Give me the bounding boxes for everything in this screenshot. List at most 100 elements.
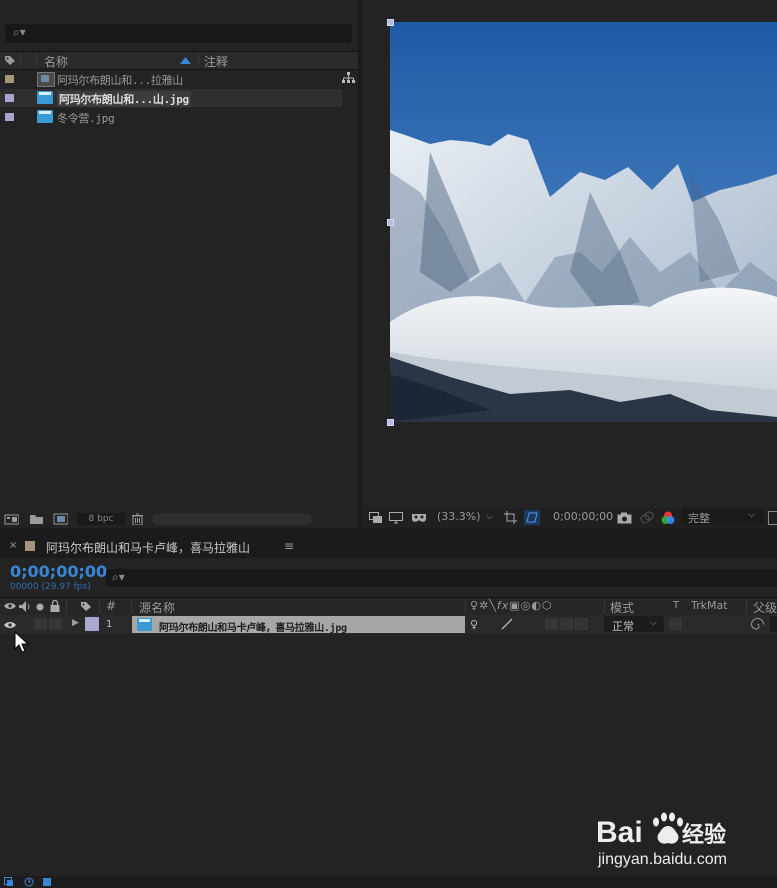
column-parent-header[interactable]: 父级	[753, 599, 777, 616]
layer-index: 1	[106, 619, 113, 630]
new-composition-icon[interactable]	[53, 513, 68, 525]
solo-switch[interactable]	[34, 618, 47, 630]
timeline-layer-row[interactable]: ▶ 1 阿玛尔布朗山和马卡卢峰，喜马拉雅山.jpg ♀ 正常 ⌵	[0, 615, 777, 634]
render-time-icon[interactable]	[24, 877, 34, 887]
svg-text:经验: 经验	[682, 822, 726, 848]
project-item-name: 阿玛尔布朗山和...拉雅山	[57, 74, 183, 87]
label-color-swatch[interactable]	[5, 75, 14, 83]
color-channels-icon[interactable]	[661, 511, 675, 525]
parent-pickwhip-icon[interactable]	[751, 618, 764, 631]
solo-icon[interactable]	[36, 603, 44, 611]
switch-box[interactable]	[545, 618, 558, 630]
project-item-name: 冬令营.jpg	[57, 112, 115, 125]
transform-handle[interactable]	[387, 419, 394, 426]
adjustment-layer-icon[interactable]: ◐	[531, 599, 542, 612]
mouse-cursor-icon	[14, 631, 30, 653]
layer-source-name[interactable]: 阿玛尔布朗山和马卡卢峰，喜马拉雅山.jpg	[159, 619, 347, 634]
label-tag-icon[interactable]	[80, 601, 92, 612]
chevron-down-icon[interactable]: ⌵	[748, 510, 755, 520]
transform-handle[interactable]	[387, 219, 394, 226]
composition-viewer: (33.3%) ⌵ 0;00;00;00 完整 ⌵	[362, 0, 777, 528]
quality-icon[interactable]: ╲	[489, 599, 497, 612]
current-time-display[interactable]: 0;00;00;00	[10, 562, 107, 581]
quality-switch-icon[interactable]	[500, 618, 514, 630]
chevron-down-icon[interactable]: ⌵	[650, 618, 657, 628]
column-mode-header[interactable]: 模式	[610, 599, 634, 616]
label-color-swatch[interactable]	[5, 113, 14, 121]
comp-flowchart-icon[interactable]	[4, 877, 14, 887]
project-item-name: 阿玛尔布朗山和...山.jpg	[57, 91, 191, 107]
chevron-down-icon[interactable]: ⌵	[486, 512, 493, 522]
parent-select[interactable]	[770, 616, 777, 632]
svg-text:Bai: Bai	[596, 816, 643, 849]
search-icon[interactable]: ⌕▾	[13, 25, 26, 40]
composition-image[interactable]	[390, 22, 777, 422]
column-trkmat-header[interactable]: TrkMat	[691, 599, 728, 612]
show-snapshot-icon[interactable]	[640, 511, 654, 524]
shy-icon[interactable]: ♀	[470, 599, 479, 612]
preserve-transparency-switch[interactable]	[669, 618, 682, 630]
label-color-swatch[interactable]	[5, 94, 14, 102]
transform-handle[interactable]	[387, 19, 394, 26]
camera-icon[interactable]	[617, 512, 632, 524]
blend-mode-select[interactable]: 正常 ⌵	[604, 616, 664, 633]
panel-menu-icon[interactable]: ≡	[284, 539, 294, 553]
frame-blend-icon[interactable]: ▣	[509, 599, 520, 612]
3d-layer-icon[interactable]: ⬡	[542, 599, 553, 612]
timeline-search-input[interactable]: ⌕▾	[106, 569, 777, 587]
status-bar	[0, 876, 777, 888]
project-item[interactable]: 阿玛尔布朗山和...拉雅山	[0, 70, 342, 88]
search-icon[interactable]: ⌕▾	[112, 570, 125, 585]
baidu-jingyan-watermark: Bai 经验 jingyan.baidu.com	[596, 800, 766, 870]
image-file-icon	[37, 91, 53, 104]
resolution-value: 完整	[688, 512, 710, 525]
zoom-level[interactable]: (33.3%)	[437, 510, 481, 523]
image-file-icon	[37, 110, 53, 123]
project-item-selected[interactable]: 阿玛尔布朗山和...山.jpg	[0, 89, 342, 107]
column-name-header[interactable]: 名称	[44, 53, 68, 70]
fx-icon[interactable]: fx	[497, 599, 509, 612]
always-preview-icon[interactable]	[369, 512, 383, 524]
monitor-icon[interactable]	[389, 512, 403, 524]
resolution-select[interactable]: 完整 ⌵	[682, 509, 764, 525]
trash-icon[interactable]	[131, 513, 146, 525]
layer-label-swatch[interactable]	[85, 617, 99, 631]
switch-box[interactable]	[575, 618, 588, 630]
lock-icon[interactable]	[50, 600, 60, 612]
project-horizontal-scrollbar[interactable]	[152, 513, 312, 525]
region-of-interest-icon[interactable]	[504, 511, 518, 524]
timeline-column-header: # 源名称 ♀✲╲fx▣◎◐⬡ 模式 T TrkMat 父级	[0, 597, 777, 616]
mask-icon[interactable]	[411, 512, 427, 524]
audio-speaker-icon[interactable]	[19, 601, 32, 612]
collapse-icon[interactable]: ✲	[479, 599, 489, 612]
close-tab-icon[interactable]: ×	[9, 540, 17, 551]
visibility-eye-icon[interactable]	[4, 621, 16, 629]
motion-blur-icon[interactable]: ◎	[521, 599, 532, 612]
new-folder-icon[interactable]	[29, 513, 44, 525]
frame-rate-info: 00000 (29.97 fps)	[10, 582, 91, 592]
lock-switch[interactable]	[49, 618, 62, 630]
column-source-name-header[interactable]: 源名称	[139, 599, 175, 616]
fast-preview-icon[interactable]	[768, 511, 777, 525]
viewer-timecode[interactable]: 0;00;00;00	[553, 510, 613, 523]
toggle-switches-icon[interactable]	[42, 877, 52, 887]
column-t-header[interactable]: T	[673, 600, 679, 611]
sort-ascending-icon[interactable]	[180, 57, 191, 64]
comp-label-swatch[interactable]	[25, 541, 35, 551]
blend-mode-value: 正常	[612, 620, 634, 633]
eye-icon[interactable]	[4, 602, 16, 610]
transparency-grid-icon[interactable]	[524, 510, 540, 525]
column-comment-header[interactable]: 注释	[204, 53, 228, 70]
color-depth-button[interactable]: 8 bpc	[77, 513, 125, 525]
interpret-footage-icon[interactable]	[4, 513, 19, 525]
switch-box[interactable]	[560, 618, 573, 630]
flowchart-icon[interactable]	[342, 72, 355, 84]
label-tag-icon[interactable]	[4, 55, 16, 66]
timeline-tab-title[interactable]: 阿玛尔布朗山和马卡卢峰，喜马拉雅山	[46, 539, 250, 556]
project-search-input[interactable]: ⌕▾	[5, 24, 352, 43]
expand-triangle-icon[interactable]: ▶	[72, 618, 79, 628]
svg-text:jingyan.baidu.com: jingyan.baidu.com	[597, 851, 727, 868]
shy-switch-icon[interactable]: ♀	[470, 618, 478, 631]
project-item[interactable]: 冬令营.jpg	[0, 108, 342, 126]
column-number-header[interactable]: #	[106, 599, 116, 613]
